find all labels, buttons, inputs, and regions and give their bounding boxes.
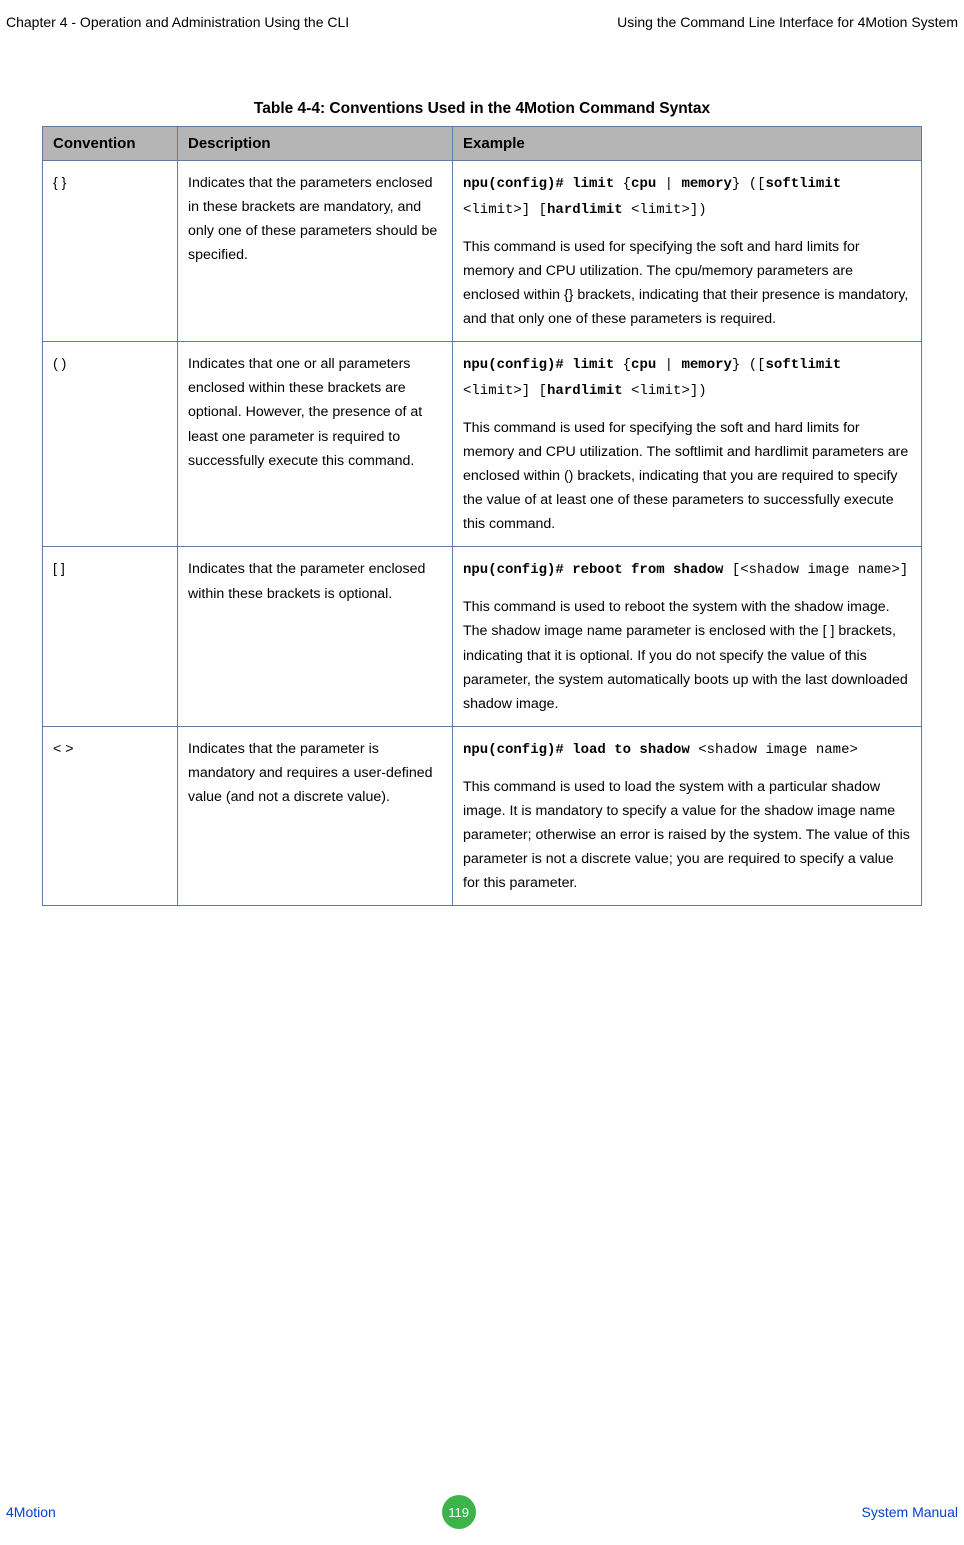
cmd-text: npu(config)# limit [463,357,614,373]
description-cell: Indicates that the parameters enclosed i… [178,161,453,342]
cmd-text: cpu [631,176,656,192]
page-number-badge: 119 [442,1495,476,1529]
example-description: This command is used to reboot the syste… [463,595,911,716]
cmd-text: npu(config)# limit [463,176,614,192]
header-left: Chapter 4 - Operation and Administration… [6,14,349,30]
cmd-text: <limit>] [ [463,202,547,218]
cmd-text: { [614,357,631,373]
cmd-text: softlimit [766,357,842,373]
example-description: This command is used to load the system … [463,775,911,896]
description-cell: Indicates that one or all parameters enc… [178,342,453,547]
example-description: This command is used for specifying the … [463,235,911,332]
table-row: { } Indicates that the parameters enclos… [43,161,922,342]
convention-cell: { } [43,161,178,342]
cmd-text: hardlimit [547,202,623,218]
cmd-text: } ([ [732,176,766,192]
footer-left: 4Motion [6,1504,56,1520]
example-cell: npu(config)# limit {cpu | memory} ([soft… [453,342,922,547]
example-cell: npu(config)# load to shadow <shadow imag… [453,726,922,906]
cmd-text: npu(config)# load to shadow [463,742,690,758]
convention-cell: < > [43,726,178,906]
convention-cell: ( ) [43,342,178,547]
description-cell: Indicates that the parameter enclosed wi… [178,547,453,727]
conventions-table: Convention Description Example { } Indic… [42,126,922,906]
header-right: Using the Command Line Interface for 4Mo… [617,14,958,30]
description-cell: Indicates that the parameter is mandator… [178,726,453,906]
cmd-text: | [656,176,681,192]
example-cell: npu(config)# limit {cpu | memory} ([soft… [453,161,922,342]
convention-cell: [ ] [43,547,178,727]
cmd-text: } ([ [732,357,766,373]
cmd-text: <limit>]) [623,202,707,218]
table-row: [ ] Indicates that the parameter enclose… [43,547,922,727]
col-header-description: Description [178,127,453,161]
cmd-text: <limit>] [ [463,383,547,399]
table-title: Table 4-4: Conventions Used in the 4Moti… [42,100,922,118]
cmd-text: npu(config)# reboot from shadow [463,562,723,578]
table-row: < > Indicates that the parameter is mand… [43,726,922,906]
cmd-text: memory [681,357,731,373]
cmd-text: hardlimit [547,383,623,399]
cmd-text: <shadow image name> [690,742,858,758]
cmd-text: { [614,176,631,192]
table-row: ( ) Indicates that one or all parameters… [43,342,922,547]
col-header-example: Example [453,127,922,161]
cmd-text: | [656,357,681,373]
cmd-text: softlimit [766,176,842,192]
cmd-text: cpu [631,357,656,373]
cmd-text: memory [681,176,731,192]
col-header-convention: Convention [43,127,178,161]
example-cell: npu(config)# reboot from shadow [<shadow… [453,547,922,727]
cmd-text: <limit>]) [623,383,707,399]
cmd-text: [<shadow image name>] [723,562,908,578]
example-description: This command is used for specifying the … [463,416,911,537]
footer-right: System Manual [862,1504,958,1520]
